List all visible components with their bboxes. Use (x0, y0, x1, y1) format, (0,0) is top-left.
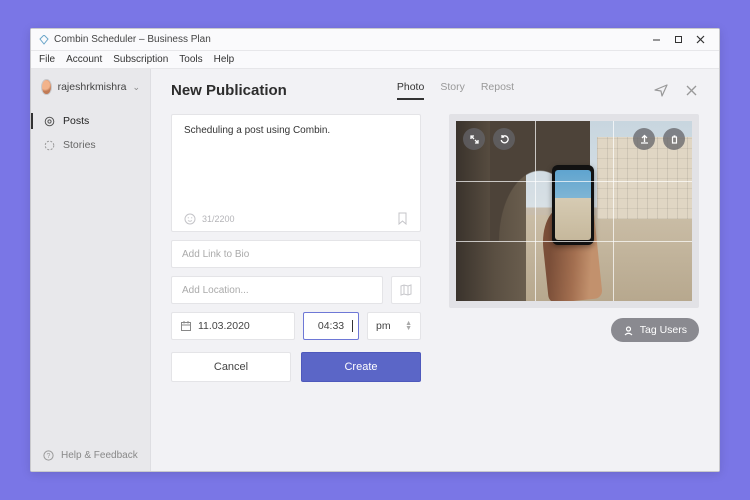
close-button[interactable] (689, 32, 711, 48)
help-feedback[interactable]: ? Help & Feedback (31, 440, 150, 471)
sidebar: rajeshrkmishra ⌄ Posts Stories ? Help & … (31, 69, 151, 471)
expand-icon[interactable] (463, 128, 485, 150)
menubar: File Account Subscription Tools Help (31, 51, 719, 69)
send-icon[interactable] (653, 83, 669, 99)
calendar-icon (180, 320, 192, 332)
menu-account[interactable]: Account (66, 54, 102, 65)
map-icon (399, 283, 413, 297)
grid-icon (43, 115, 55, 127)
time-input[interactable]: 04:33 (303, 312, 359, 340)
main-panel: New Publication Photo Story Repost Sched… (151, 69, 719, 471)
map-pin-button[interactable] (391, 276, 421, 304)
date-value: 11.03.2020 (198, 320, 250, 332)
sidebar-item-stories[interactable]: Stories (31, 133, 150, 157)
minimize-button[interactable] (645, 32, 667, 48)
form-column: Scheduling a post using Combin. 31/2200 … (171, 114, 421, 455)
location-placeholder: Add Location... (182, 285, 249, 296)
menu-tools[interactable]: Tools (179, 54, 202, 65)
tab-photo[interactable]: Photo (397, 81, 424, 100)
bookmark-icon[interactable] (397, 212, 408, 225)
publication-tabs: Photo Story Repost (397, 81, 514, 100)
emoji-icon[interactable] (184, 213, 196, 225)
create-button[interactable]: Create (301, 352, 421, 382)
time-value: 04:33 (318, 320, 344, 332)
tab-repost[interactable]: Repost (481, 81, 514, 100)
stepper-icon: ▲▼ (405, 321, 412, 331)
sidebar-item-label: Stories (63, 139, 96, 151)
app-window: Combin Scheduler – Business Plan File Ac… (30, 28, 720, 472)
preview-column: Tag Users (443, 114, 699, 455)
sidebar-item-posts[interactable]: Posts (31, 109, 150, 133)
sidebar-item-label: Posts (63, 115, 89, 127)
chevron-down-icon: ⌄ (132, 82, 140, 93)
menu-file[interactable]: File (39, 54, 55, 65)
menu-subscription[interactable]: Subscription (113, 54, 168, 65)
ampm-value: pm (376, 320, 391, 332)
date-input[interactable]: 11.03.2020 (171, 312, 295, 340)
app-logo-icon (39, 35, 49, 45)
titlebar: Combin Scheduler – Business Plan (31, 29, 719, 51)
tab-story[interactable]: Story (440, 81, 465, 100)
help-icon: ? (43, 450, 54, 461)
tag-users-button[interactable]: Tag Users (611, 318, 699, 342)
page-title: New Publication (171, 82, 287, 99)
menu-help[interactable]: Help (214, 54, 235, 65)
link-to-bio-input[interactable]: Add Link to Bio (171, 240, 421, 268)
help-label: Help & Feedback (61, 450, 138, 461)
window-title: Combin Scheduler – Business Plan (54, 34, 211, 45)
caption-text: Scheduling a post using Combin. (184, 125, 408, 212)
delete-icon[interactable] (663, 128, 685, 150)
preview-wrap (449, 114, 699, 308)
close-panel-icon[interactable] (683, 83, 699, 99)
svg-text:?: ? (47, 453, 51, 460)
username: rajeshrkmishra (58, 81, 127, 93)
tag-users-label: Tag Users (640, 324, 687, 336)
cancel-button[interactable]: Cancel (171, 352, 291, 382)
account-switcher[interactable]: rajeshrkmishra ⌄ (31, 69, 150, 105)
char-count: 31/2200 (202, 214, 235, 224)
upload-icon[interactable] (633, 128, 655, 150)
ampm-select[interactable]: pm ▲▼ (367, 312, 421, 340)
maximize-button[interactable] (667, 32, 689, 48)
stories-icon (43, 139, 55, 151)
person-icon (623, 325, 634, 336)
caption-box[interactable]: Scheduling a post using Combin. 31/2200 (171, 114, 421, 232)
avatar (41, 79, 52, 95)
location-input[interactable]: Add Location... (171, 276, 383, 304)
rotate-icon[interactable] (493, 128, 515, 150)
link-placeholder: Add Link to Bio (182, 249, 249, 260)
